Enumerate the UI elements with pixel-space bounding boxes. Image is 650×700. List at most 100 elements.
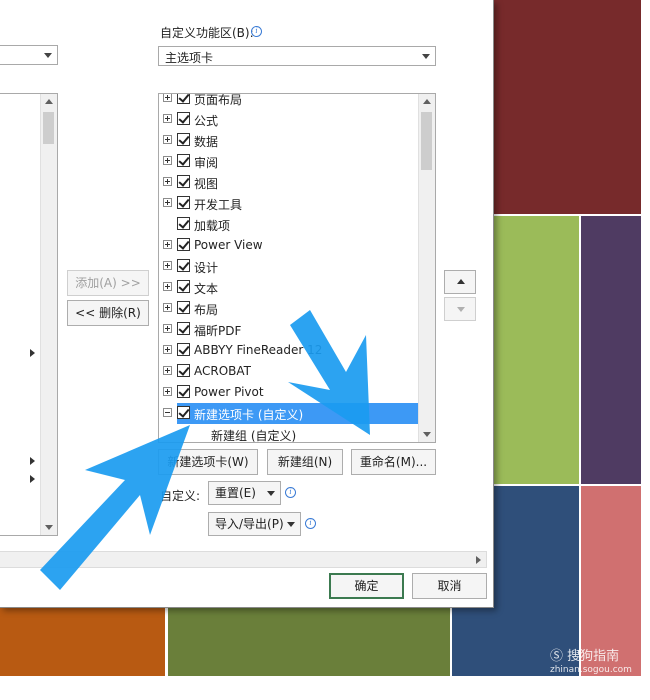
scroll-down-button[interactable] [41, 519, 57, 535]
tree-item-label: 文本 [194, 282, 219, 296]
commands-list-scrollbar[interactable] [40, 94, 57, 535]
checkbox-icon[interactable] [177, 112, 190, 125]
expand-icon[interactable] [163, 177, 172, 186]
tree-item-label: 公式 [194, 114, 219, 128]
checkbox-icon[interactable] [177, 94, 190, 104]
expand-arrow-icon[interactable] [30, 349, 35, 357]
expand-icon[interactable] [163, 240, 172, 249]
bg-tile-purple [581, 216, 641, 484]
commands-dropdown[interactable] [0, 45, 58, 65]
expand-icon[interactable] [163, 114, 172, 123]
scroll-up-button[interactable] [41, 94, 57, 110]
tree-item-label: Power Pivot [194, 385, 264, 399]
tree-item[interactable]: 公式 [163, 109, 421, 130]
tree-item[interactable]: 审阅 [163, 151, 421, 172]
arrow-up-icon [457, 279, 465, 284]
expand-icon[interactable] [163, 366, 172, 375]
tree-item-label: ACROBAT [194, 364, 251, 378]
expand-icon[interactable] [163, 282, 172, 291]
expand-arrow-icon[interactable] [30, 457, 35, 465]
expand-icon[interactable] [163, 261, 172, 270]
checkbox-icon[interactable] [177, 217, 190, 230]
checkbox-icon[interactable] [177, 364, 190, 377]
scroll-down-button[interactable] [419, 426, 435, 442]
checkbox-icon[interactable] [177, 238, 190, 251]
new-tab-button[interactable]: 新建选项卡(W) [158, 449, 258, 475]
arrow-up-icon [45, 99, 53, 104]
horizontal-scrollbar[interactable] [0, 551, 487, 568]
tree-item[interactable]: 加载项 [163, 214, 421, 235]
scroll-up-button[interactable] [419, 94, 435, 110]
checkbox-icon[interactable] [177, 280, 190, 293]
ok-button[interactable]: 确定 [329, 573, 404, 599]
expand-icon[interactable] [163, 94, 172, 102]
checkbox-icon[interactable] [177, 343, 190, 356]
tree-item[interactable]: Power View [163, 235, 421, 256]
chevron-down-icon [267, 491, 275, 496]
checkbox-icon[interactable] [177, 322, 190, 335]
tree-item[interactable]: 文本 [163, 277, 421, 298]
ribbon-tree-list[interactable]: 页面布局公式数据 审阅 视图开发工具加载项 Power View 设计文本布局福昕PDF… [158, 93, 436, 443]
import-export-button[interactable]: 导入/导出(P) [208, 512, 301, 536]
ribbon-tree-scrollbar[interactable] [418, 94, 435, 442]
tree-item[interactable]: 视图 [163, 172, 421, 193]
tree-rows: 页面布局公式数据 审阅 视图开发工具加载项 Power View 设计文本布局福昕PDF… [159, 94, 421, 442]
expand-icon[interactable] [163, 198, 172, 207]
tree-item-label: Power View [194, 238, 263, 252]
checkbox-icon[interactable] [177, 301, 190, 314]
arrow-up-icon [423, 99, 431, 104]
customize-ribbon-label: 自定义功能区(B): [160, 26, 254, 40]
collapse-icon[interactable] [163, 408, 172, 417]
expand-icon[interactable] [163, 387, 172, 396]
import-export-label: 导入/导出(P) [215, 517, 284, 531]
scroll-right-button[interactable] [470, 552, 486, 567]
checkbox-icon[interactable] [177, 385, 190, 398]
cancel-button[interactable]: 取消 [412, 573, 487, 599]
tree-item-label: 开发工具 [194, 198, 243, 212]
checkbox-icon[interactable] [177, 259, 190, 272]
tree-item-label: 福昕PDF [194, 324, 242, 338]
tree-item[interactable]: 布局 [163, 298, 421, 319]
chevron-down-icon [44, 53, 52, 58]
move-down-button[interactable] [444, 297, 476, 321]
add-button[interactable]: 添加(A) >> [67, 270, 149, 296]
rename-button[interactable]: 重命名(M)... [351, 449, 436, 475]
tree-item[interactable]: Power Pivot [163, 382, 421, 403]
tree-subitem[interactable]: 新建组 (自定义) [163, 424, 421, 442]
expand-icon[interactable] [163, 156, 172, 165]
tree-item-label: 布局 [194, 303, 219, 317]
expand-icon[interactable] [163, 303, 172, 312]
move-up-button[interactable] [444, 270, 476, 294]
arrow-down-icon [45, 525, 53, 530]
ribbon-tabs-dropdown[interactable]: 主选项卡 [158, 46, 436, 66]
tree-item[interactable]: 页面布局 [163, 94, 421, 109]
expand-arrow-icon[interactable] [30, 475, 35, 483]
checkbox-icon[interactable] [177, 196, 190, 209]
tree-item[interactable]: 数据 [163, 130, 421, 151]
reset-button[interactable]: 重置(E) [208, 481, 281, 505]
checkbox-icon[interactable] [177, 406, 190, 419]
tree-item[interactable]: ACROBAT [163, 361, 421, 382]
expand-icon[interactable] [163, 135, 172, 144]
scroll-thumb[interactable] [43, 112, 54, 144]
commands-list[interactable] [0, 93, 58, 536]
expand-icon[interactable] [163, 345, 172, 354]
chevron-down-icon [422, 54, 430, 59]
bg-tile-green [493, 216, 579, 484]
remove-button[interactable]: << 删除(R) [67, 300, 149, 326]
tree-item[interactable]: 福昕PDF [163, 319, 421, 340]
ribbon-tabs-dropdown-value: 主选项卡 [165, 51, 214, 65]
arrow-down-icon [457, 307, 465, 312]
scroll-thumb[interactable] [421, 112, 432, 170]
tree-item[interactable]: 开发工具 [163, 193, 421, 214]
expand-icon[interactable] [163, 324, 172, 333]
tree-item[interactable]: 新建选项卡 (自定义) [163, 403, 421, 424]
tree-item[interactable]: ABBYY FineReader 12 [163, 340, 421, 361]
tree-item[interactable]: 设计 [163, 256, 421, 277]
bg-tile-red [493, 0, 641, 214]
checkbox-icon[interactable] [177, 154, 190, 167]
bg-tile-orange [0, 608, 165, 676]
checkbox-icon[interactable] [177, 175, 190, 188]
checkbox-icon[interactable] [177, 133, 190, 146]
new-group-button[interactable]: 新建组(N) [267, 449, 343, 475]
